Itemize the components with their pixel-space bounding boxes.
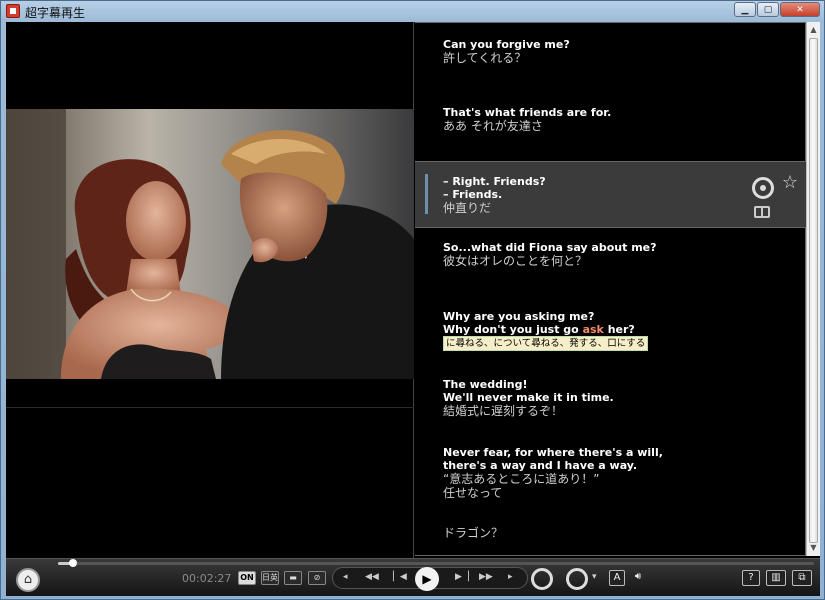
subtitle-en: That's what friends are for. xyxy=(443,106,612,119)
prev-chapter-icon[interactable]: ◂ xyxy=(343,572,348,582)
subtitle-item[interactable]: The wedding! We'll never make it in time… xyxy=(415,378,806,418)
home-icon: ⌂ xyxy=(23,572,33,587)
speed-clock-icon[interactable] xyxy=(566,568,588,590)
word-definition-tooltip: に尋ねる、について尋ねる、発する、口にする xyxy=(443,336,649,351)
subtitle-en: Never fear, for where there's a will, xyxy=(443,446,663,459)
control-bar: ⌂ 00:02:27 ON 日英 ▬ ⊘ ◂ ◀◀ ▏◀ ▶ ▶▕ ▶▶ ▸ ▾… xyxy=(6,558,820,596)
app-logo-icon xyxy=(6,4,20,18)
video-mode-icon[interactable]: ▥ xyxy=(766,570,786,586)
prev-subtitle-icon[interactable]: ▏◀ xyxy=(393,572,407,582)
language-toggle-button[interactable]: 日英 xyxy=(261,571,279,585)
window-title: 超字幕再生 xyxy=(25,6,86,20)
maximize-button[interactable]: ▢ xyxy=(757,2,779,17)
subtitle-en: Why don't you just go ask her? xyxy=(443,323,806,336)
play-button[interactable]: ▶ xyxy=(415,567,439,591)
subtitle-en: Can you forgive me? xyxy=(443,38,570,51)
help-button[interactable]: ? xyxy=(742,570,760,586)
subtitle-jp: 仲直りだ xyxy=(443,201,492,215)
scroll-down-icon[interactable]: ▼ xyxy=(807,541,820,555)
subtitle-item[interactable]: Never fear, for where there's a will, th… xyxy=(415,446,806,500)
transport-controls: ◂ ◀◀ ▏◀ ▶ ▶▕ ▶▶ ▸ xyxy=(332,567,528,591)
subtitle-item[interactable]: Why are you asking me? Why don't you jus… xyxy=(415,310,806,351)
close-button[interactable]: ✕ xyxy=(780,2,820,17)
subtitle-item[interactable]: ドラゴン？ xyxy=(415,526,806,540)
app-window: 超字幕再生 ▁ ▢ ✕ Can you forgive me? 許してくれる？ … xyxy=(0,0,825,600)
subtitle-item-active[interactable]: – Right. Friends? – Friends. 仲直りだ ☆ xyxy=(415,161,806,228)
subtitle-item[interactable]: So...what did Fiona say about me? 彼女はオレの… xyxy=(415,241,806,268)
hovered-word[interactable]: ask xyxy=(583,323,604,336)
font-size-button[interactable]: A xyxy=(609,570,625,586)
subtitle-en: We'll never make it in time. xyxy=(443,391,614,404)
subtitle-panel-icon[interactable]: ▬ xyxy=(284,571,302,585)
home-button[interactable]: ⌂ xyxy=(16,568,40,592)
scroll-thumb[interactable] xyxy=(809,38,818,543)
subtitle-jp: 彼女はオレのことを何と？ xyxy=(443,254,588,268)
minimize-button[interactable]: ▁ xyxy=(734,2,756,17)
time-display: 00:02:27 xyxy=(182,572,232,585)
scroll-up-icon[interactable]: ▲ xyxy=(807,23,820,37)
subtitle-item[interactable]: Can you forgive me? 許してくれる？ xyxy=(415,38,806,65)
no-subtitle-icon[interactable]: ⊘ xyxy=(308,571,326,585)
star-icon[interactable]: ☆ xyxy=(782,174,798,192)
title-bar[interactable]: 超字幕再生 ▁ ▢ ✕ xyxy=(1,1,824,21)
rewind-icon[interactable]: ◀◀ xyxy=(365,572,379,582)
seek-bar[interactable] xyxy=(58,559,814,567)
next-subtitle-icon[interactable]: ▶▕ xyxy=(455,572,469,582)
subtitle-jp: ああ それが友達さ xyxy=(443,119,543,133)
fullscreen-icon[interactable]: ⧉ xyxy=(792,570,812,586)
next-chapter-icon[interactable]: ▸ xyxy=(508,572,513,582)
subtitle-en: there's a way and I have a way. xyxy=(443,459,638,472)
subtitle-en: The wedding! xyxy=(443,378,528,391)
video-pane[interactable] xyxy=(6,22,414,558)
window-controls: ▁ ▢ ✕ xyxy=(734,2,820,17)
subtitle-jp: 許してくれる？ xyxy=(443,51,527,65)
repeat-icon[interactable] xyxy=(752,177,774,199)
subtitle-en: So...what did Fiona say about me? xyxy=(443,241,657,254)
subtitle-jp: “意志あるところに道あり！” xyxy=(443,472,600,486)
chevron-down-icon[interactable]: ▾ xyxy=(592,572,597,582)
subtitle-en-part: her? xyxy=(603,323,635,336)
volume-icon[interactable]: 🔊︎ xyxy=(630,570,646,586)
main-area: Can you forgive me? 許してくれる？ That's what … xyxy=(6,22,820,558)
active-indicator xyxy=(425,174,428,214)
subtitle-en: Why are you asking me? xyxy=(443,310,595,323)
video-frame[interactable] xyxy=(6,109,414,379)
seek-thumb[interactable] xyxy=(69,559,78,567)
video-still xyxy=(6,109,414,379)
repeat-icon[interactable] xyxy=(531,568,553,590)
subtitle-jp: 任せなって xyxy=(443,486,503,500)
subtitle-jp: 結婚式に遅刻するぞ！ xyxy=(443,404,564,418)
dictionary-icon[interactable] xyxy=(754,206,770,218)
subtitle-scrollbar[interactable]: ▲ ▼ xyxy=(806,22,820,556)
subtitle-list[interactable]: Can you forgive me? 許してくれる？ That's what … xyxy=(415,22,806,556)
play-icon: ▶ xyxy=(422,572,432,586)
video-divider xyxy=(6,407,414,408)
fast-forward-icon[interactable]: ▶▶ xyxy=(479,572,493,582)
subtitle-jp: ドラゴン？ xyxy=(443,526,504,540)
subtitle-en-part: Why don't you just go xyxy=(443,323,583,336)
subtitle-on-button[interactable]: ON xyxy=(238,571,256,585)
subtitle-item[interactable]: That's what friends are for. ああ それが友達さ xyxy=(415,106,806,133)
